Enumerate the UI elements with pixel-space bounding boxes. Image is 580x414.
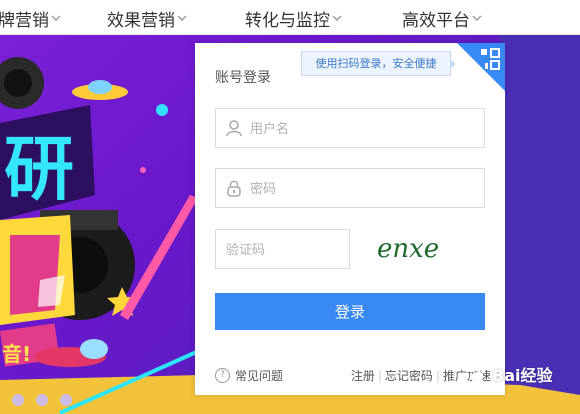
chevron-down-icon — [177, 14, 187, 23]
nav-item-brand-marketing[interactable]: 牌营销 — [0, 6, 61, 31]
chevron-down-icon — [472, 14, 482, 23]
captcha-text: enxe — [377, 234, 439, 264]
watermark-text: Bai经验 — [492, 366, 553, 385]
top-nav: 牌营销 效果营销 转化与监控 高效平台 — [0, 0, 580, 35]
username-input[interactable] — [250, 109, 478, 147]
help-link[interactable]: ? 常见问题 — [215, 367, 283, 384]
chevron-down-icon — [332, 14, 342, 23]
baidu-jingyan-watermark: Bai经验 — [466, 362, 552, 386]
password-field[interactable] — [215, 168, 485, 208]
captcha-input[interactable] — [226, 230, 344, 268]
nav-item-label: 转化与监控 — [245, 11, 330, 31]
user-icon — [226, 120, 242, 137]
captcha-field[interactable] — [215, 229, 350, 269]
login-button[interactable]: 登录 — [215, 293, 485, 330]
qr-login-tip[interactable]: 使用扫码登录，安全便捷 — [301, 51, 456, 76]
forgot-password-link[interactable]: 忘记密码 — [385, 369, 433, 383]
nav-item-conversion-monitoring[interactable]: 转化与监控 — [245, 6, 342, 31]
help-label: 常见问题 — [235, 369, 284, 383]
nav-item-efficient-platform[interactable]: 高效平台 — [402, 6, 482, 31]
nav-item-label: 效果营销 — [107, 11, 175, 31]
login-title: 账号登录 — [215, 70, 271, 86]
nav-item-performance-marketing[interactable]: 效果营销 — [107, 6, 187, 31]
register-link[interactable]: 注册 — [351, 369, 375, 383]
captcha-image[interactable]: enxe — [375, 229, 455, 269]
password-input[interactable] — [250, 169, 478, 207]
link-divider: | — [377, 369, 382, 383]
banner-text: 研 — [4, 128, 74, 210]
chevron-down-icon — [51, 14, 61, 23]
question-icon: ? — [215, 368, 230, 383]
login-panel: 账号登录 使用扫码登录，安全便捷 enxe 登录 ? 常见问题 注册|忘记密码|… — [195, 43, 505, 395]
username-field[interactable] — [215, 108, 485, 148]
paw-icon — [468, 364, 486, 382]
qr-code-icon[interactable] — [457, 43, 505, 91]
nav-item-label: 高效平台 — [402, 11, 470, 31]
banner-text-2: 音! — [2, 342, 31, 366]
link-divider: | — [435, 369, 440, 383]
nav-item-label: 牌营销 — [0, 11, 49, 31]
lock-icon — [227, 180, 241, 197]
